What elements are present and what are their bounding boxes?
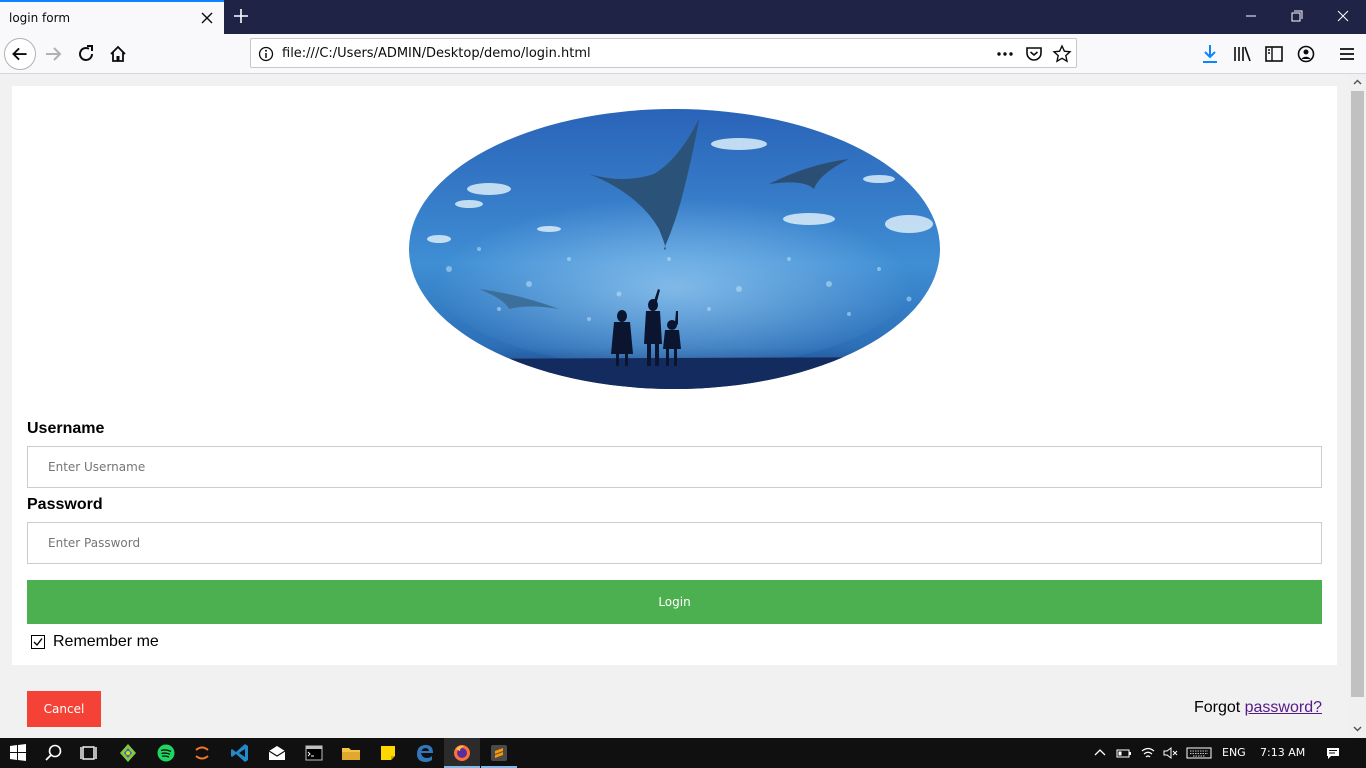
cancel-button[interactable]: Cancel xyxy=(27,691,101,727)
new-tab-icon[interactable] xyxy=(232,7,250,25)
library-icon[interactable] xyxy=(1230,42,1254,66)
pocket-icon[interactable] xyxy=(1024,44,1044,64)
page-actions-icon[interactable] xyxy=(995,44,1015,64)
tab-strip: login form xyxy=(0,0,1366,34)
forgot-text: Forgot xyxy=(1193,699,1245,716)
terminal-icon[interactable] xyxy=(302,741,326,765)
wifi-icon[interactable] xyxy=(1140,745,1156,761)
reload-icon[interactable] xyxy=(70,38,102,70)
sublime-text-icon[interactable] xyxy=(487,741,511,765)
edge-icon[interactable] xyxy=(413,741,437,765)
url-bar[interactable]: file:///C:/Users/ADMIN/Desktop/demo/logi… xyxy=(250,38,1077,68)
notifications-icon[interactable] xyxy=(1325,745,1341,761)
bookmark-star-icon[interactable] xyxy=(1052,44,1072,64)
url-text[interactable]: file:///C:/Users/ADMIN/Desktop/demo/logi… xyxy=(282,46,591,61)
tab-title: login form xyxy=(9,11,71,25)
downloads-icon[interactable] xyxy=(1198,42,1222,66)
back-arrow-icon[interactable] xyxy=(4,38,36,70)
username-label: Username xyxy=(27,420,105,437)
login-button[interactable]: Login xyxy=(27,580,1322,624)
forgot-password-row: Forgot password? xyxy=(1194,699,1322,717)
windows-taskbar: ENG 7:13 AM xyxy=(0,738,1366,768)
password-input[interactable] xyxy=(27,522,1322,564)
mail-icon[interactable] xyxy=(265,741,289,765)
clock[interactable]: 7:13 AM xyxy=(1260,746,1305,759)
search-icon[interactable] xyxy=(42,741,66,765)
gitkraken-icon[interactable] xyxy=(116,741,140,765)
forward-arrow-icon[interactable] xyxy=(38,38,70,70)
firefox-icon[interactable] xyxy=(450,741,474,765)
jupyter-icon[interactable] xyxy=(190,741,214,765)
battery-icon[interactable] xyxy=(1116,745,1132,761)
forgot-password-link[interactable]: password? xyxy=(1245,699,1322,716)
info-icon[interactable] xyxy=(258,46,274,62)
password-label: Password xyxy=(27,496,103,513)
windows-start-icon[interactable] xyxy=(6,741,30,765)
tab-login-form[interactable]: login form xyxy=(0,0,224,34)
home-icon[interactable] xyxy=(102,38,134,70)
account-icon[interactable] xyxy=(1294,42,1318,66)
speaker-muted-icon[interactable] xyxy=(1162,745,1178,761)
vscode-icon[interactable] xyxy=(228,741,252,765)
minimize-window-icon[interactable] xyxy=(1228,0,1274,34)
vertical-scrollbar[interactable] xyxy=(1349,74,1366,738)
chevron-up-icon[interactable] xyxy=(1092,745,1108,761)
login-form-container: Username Password Login Remember me xyxy=(10,84,1339,667)
close-tab-icon[interactable] xyxy=(199,10,215,26)
task-view-icon[interactable] xyxy=(78,741,102,765)
sidebar-icon[interactable] xyxy=(1262,42,1286,66)
scroll-up-arrow-icon[interactable] xyxy=(1353,78,1362,87)
spotify-icon[interactable] xyxy=(154,741,178,765)
close-window-icon[interactable] xyxy=(1320,0,1366,34)
scroll-down-arrow-icon[interactable] xyxy=(1353,724,1362,733)
remember-me-label: Remember me xyxy=(53,633,159,650)
navigation-toolbar: file:///C:/Users/ADMIN/Desktop/demo/logi… xyxy=(0,34,1366,74)
scrollbar-thumb[interactable] xyxy=(1351,91,1364,697)
language-indicator[interactable]: ENG xyxy=(1222,746,1246,759)
keyboard-icon[interactable] xyxy=(1186,745,1212,761)
file-explorer-icon[interactable] xyxy=(339,741,363,765)
remember-me-checkbox[interactable] xyxy=(31,635,45,649)
restore-window-icon[interactable] xyxy=(1274,0,1320,34)
page-viewport: Username Password Login Remember me Canc… xyxy=(0,74,1349,738)
aquarium-avatar-image xyxy=(409,109,940,389)
hamburger-menu-icon[interactable] xyxy=(1335,42,1359,66)
username-input[interactable] xyxy=(27,446,1322,488)
sticky-notes-icon[interactable] xyxy=(376,741,400,765)
